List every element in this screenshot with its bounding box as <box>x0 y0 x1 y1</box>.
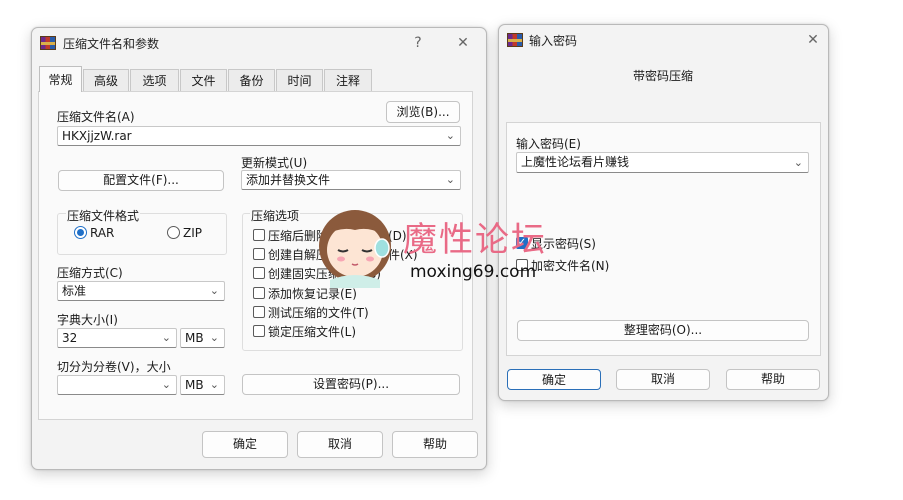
dict-unit-value: MB <box>185 331 204 345</box>
split-size-select[interactable]: ⌄ <box>57 375 177 395</box>
organize-passwords-button[interactable]: 整理密码(O)... <box>517 320 809 341</box>
dict-label: 字典大小(I) <box>57 313 118 327</box>
method-select[interactable]: 标准 ⌄ <box>57 281 225 301</box>
enter-password-label: 输入密码(E) <box>516 137 581 151</box>
radio-zip-label[interactable]: ZIP <box>183 226 202 240</box>
watermark-text: 魔性论坛 <box>403 220 547 260</box>
close-icon[interactable]: ✕ <box>801 29 825 51</box>
password-input[interactable]: 上魔性论坛看片赚钱 ⌄ <box>516 152 809 173</box>
option-checkbox[interactable] <box>253 325 265 337</box>
ok-button[interactable]: 确定 <box>202 431 288 458</box>
girl-mascot-icon <box>319 210 391 288</box>
winrar-icon <box>40 36 56 50</box>
dialog-ok-button[interactable]: 确定 <box>507 369 601 390</box>
method-value: 标准 <box>62 284 87 298</box>
tab-general[interactable]: 常规 <box>39 66 82 92</box>
option-checkbox[interactable] <box>253 267 265 279</box>
dialog-help-button[interactable]: 帮助 <box>726 369 820 390</box>
chevron-down-icon[interactable]: ⌄ <box>210 329 219 347</box>
title-bar[interactable]: 压缩文件名和参数 ? ✕ <box>32 28 486 58</box>
tab-time[interactable]: 时间 <box>276 69 323 91</box>
split-unit-value: MB <box>185 378 204 392</box>
close-icon[interactable]: ✕ <box>451 32 475 54</box>
tab-backup[interactable]: 备份 <box>228 69 275 91</box>
dict-size-value: 32 <box>62 331 78 345</box>
question-icon[interactable]: ? <box>406 32 430 54</box>
dialog-cancel-button[interactable]: 取消 <box>616 369 710 390</box>
radio-zip[interactable] <box>167 226 180 239</box>
chevron-down-icon[interactable]: ⌄ <box>210 282 219 300</box>
dialog-title: 输入密码 <box>529 34 578 48</box>
archive-name-label: 压缩文件名(A) <box>57 110 135 124</box>
chevron-down-icon[interactable]: ⌄ <box>210 376 219 394</box>
dialog-title-bar[interactable]: 输入密码 ✕ <box>499 25 828 55</box>
options-group-label: 压缩选项 <box>250 207 301 224</box>
chevron-down-icon[interactable]: ⌄ <box>446 171 455 189</box>
tab-comment[interactable]: 注释 <box>324 69 372 91</box>
option-checkbox[interactable] <box>253 248 265 260</box>
option-checkbox[interactable] <box>253 306 265 318</box>
dict-unit-select[interactable]: MB ⌄ <box>180 328 225 348</box>
browse-button[interactable]: 浏览(B)... <box>386 101 460 123</box>
method-label: 压缩方式(C) <box>57 266 123 280</box>
radio-rar-label[interactable]: RAR <box>90 226 114 240</box>
split-label: 切分为分卷(V)，大小 <box>57 360 171 374</box>
cancel-button[interactable]: 取消 <box>297 431 383 458</box>
window-title: 压缩文件名和参数 <box>63 37 160 51</box>
chevron-down-icon[interactable]: ⌄ <box>162 329 171 347</box>
set-password-button[interactable]: 设置密码(P)... <box>242 374 460 395</box>
chevron-down-icon[interactable]: ⌄ <box>446 127 455 145</box>
format-group-label: 压缩文件格式 <box>66 207 141 224</box>
option-checkbox[interactable] <box>253 229 265 241</box>
password-value: 上魔性论坛看片赚钱 <box>521 155 630 169</box>
profiles-button[interactable]: 配置文件(F)... <box>58 170 224 191</box>
watermark-url: moxing69.com <box>410 262 537 282</box>
dialog-header: 带密码压缩 <box>633 69 694 83</box>
tab-advanced[interactable]: 高级 <box>83 69 129 91</box>
chevron-down-icon[interactable]: ⌄ <box>162 376 171 394</box>
option-label[interactable]: 锁定压缩文件(L) <box>268 323 356 340</box>
help-button[interactable]: 帮助 <box>392 431 478 458</box>
update-mode-select[interactable]: 添加并替换文件 ⌄ <box>241 170 461 190</box>
update-mode-value: 添加并替换文件 <box>246 173 331 187</box>
archive-name-value: HKXjjzW.rar <box>62 129 132 143</box>
option-checkbox[interactable] <box>253 287 265 299</box>
chevron-down-icon[interactable]: ⌄ <box>794 153 803 172</box>
dict-size-select[interactable]: 32 ⌄ <box>57 328 177 348</box>
split-unit-select[interactable]: MB ⌄ <box>180 375 225 395</box>
update-mode-label: 更新模式(U) <box>241 156 308 170</box>
option-label[interactable]: 测试压缩的文件(T) <box>268 304 369 321</box>
tab-files[interactable]: 文件 <box>180 69 227 91</box>
radio-rar[interactable] <box>74 226 87 239</box>
archive-name-input[interactable]: HKXjjzW.rar ⌄ <box>57 126 461 146</box>
winrar-icon <box>507 33 523 47</box>
tab-options[interactable]: 选项 <box>130 69 179 91</box>
